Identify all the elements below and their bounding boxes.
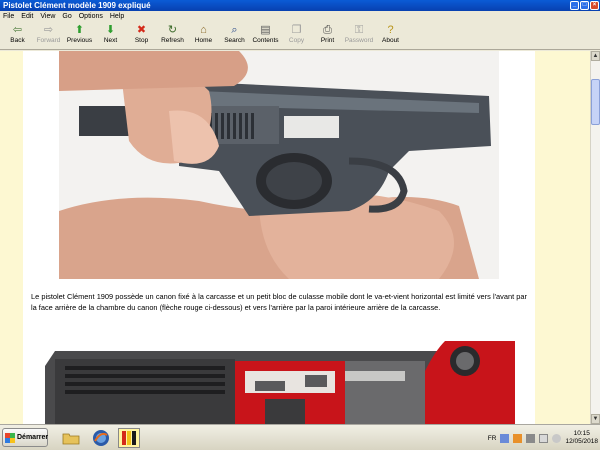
- stop-label: Stop: [134, 37, 149, 44]
- forward-button[interactable]: ⇨ Forward: [33, 22, 64, 50]
- print-button[interactable]: ⎙ Print: [312, 22, 343, 50]
- start-button[interactable]: Démarrer: [2, 428, 48, 447]
- about-icon: ?: [387, 24, 394, 36]
- menu-go[interactable]: Go: [62, 13, 71, 20]
- scroll-up-arrow-icon[interactable]: ▲: [591, 51, 600, 61]
- mechanism-diagram: [45, 341, 515, 424]
- copy-button[interactable]: ❐ Copy: [281, 22, 312, 50]
- menu-bar: File Edit View Go Options Help: [0, 11, 600, 22]
- close-button[interactable]: ×: [590, 1, 599, 10]
- description-paragraph: Le pistolet Clément 1909 possède un cano…: [31, 292, 527, 312]
- stop-button[interactable]: ✖ Stop: [126, 22, 157, 50]
- taskbar: Démarrer FR 10:15 12/05/2018: [0, 424, 600, 450]
- back-button[interactable]: ⇦ Back: [2, 22, 33, 50]
- maximize-button[interactable]: □: [580, 1, 589, 10]
- next-label: Next: [103, 37, 118, 44]
- volume-icon[interactable]: [552, 433, 562, 443]
- refresh-button[interactable]: ↻ Refresh: [157, 22, 188, 50]
- menu-edit[interactable]: Edit: [21, 13, 33, 20]
- back-label: Back: [10, 37, 25, 44]
- contents-label: Contents: [252, 37, 279, 44]
- refresh-icon: ↻: [167, 24, 178, 36]
- notification-icon[interactable]: [513, 433, 523, 443]
- window-controls: _ □ ×: [570, 1, 599, 10]
- contents-button[interactable]: ▤ Contents: [250, 22, 281, 50]
- clock[interactable]: 10:15 12/05/2018: [565, 430, 598, 446]
- refresh-label: Refresh: [161, 37, 184, 44]
- key-icon: ⚿: [354, 24, 364, 36]
- system-tray: FR 10:15 12/05/2018: [488, 428, 598, 448]
- print-icon: ⎙: [323, 24, 332, 36]
- down-arrow-icon: ⬇: [105, 24, 116, 36]
- about-button[interactable]: ? About: [375, 22, 406, 50]
- next-button[interactable]: ⬇ Next: [95, 22, 126, 50]
- window-title: Pistolet Clément modèle 1909 expliqué: [3, 1, 151, 10]
- browser-icon[interactable]: [90, 428, 112, 448]
- help-viewer-window: Pistolet Clément modèle 1909 expliqué _ …: [0, 0, 600, 424]
- previous-label: Previous: [66, 37, 93, 44]
- forward-arrow-icon: ⇨: [43, 24, 54, 36]
- network-icon[interactable]: [500, 433, 510, 443]
- home-button[interactable]: ⌂ Home: [188, 22, 219, 50]
- copy-label: Copy: [288, 37, 305, 44]
- search-button[interactable]: ⌕ Search: [219, 22, 250, 50]
- flag-icon[interactable]: [539, 433, 549, 443]
- toolbar: ⇦ Back ⇨ Forward ⬆ Previous ⬇ Next ✖ Stop ↻ Refresh…: [0, 22, 600, 50]
- start-label: Démarrer: [17, 434, 49, 441]
- contents-icon: ▤: [260, 24, 271, 36]
- menu-file[interactable]: File: [3, 13, 14, 20]
- back-arrow-icon: ⇦: [12, 24, 23, 36]
- clock-date: 12/05/2018: [565, 438, 598, 445]
- language-indicator[interactable]: FR: [488, 435, 497, 442]
- copy-icon: ❐: [291, 24, 302, 36]
- password-label: Password: [344, 37, 374, 44]
- minimize-button[interactable]: _: [570, 1, 579, 10]
- help-viewer-task-icon[interactable]: [118, 428, 140, 448]
- up-arrow-icon: ⬆: [74, 24, 85, 36]
- home-icon: ⌂: [200, 24, 207, 36]
- pistol-photo: [59, 51, 499, 279]
- folder-icon[interactable]: [60, 428, 82, 448]
- home-label: Home: [194, 37, 213, 44]
- password-button[interactable]: ⚿ Password: [343, 22, 375, 50]
- menu-view[interactable]: View: [40, 13, 55, 20]
- menu-options[interactable]: Options: [79, 13, 103, 20]
- search-label: Search: [224, 37, 245, 44]
- content-area: Le pistolet Clément 1909 possède un cano…: [0, 51, 590, 424]
- windows-logo-icon: [5, 432, 15, 443]
- clock-time: 10:15: [573, 430, 590, 437]
- document-page: Le pistolet Clément 1909 possède un cano…: [23, 51, 535, 424]
- forward-label: Forward: [36, 37, 61, 44]
- scroll-down-arrow-icon[interactable]: ▼: [591, 414, 600, 424]
- about-label: About: [382, 37, 399, 44]
- previous-button[interactable]: ⬆ Previous: [64, 22, 95, 50]
- vertical-scrollbar[interactable]: ▲ ▼: [590, 51, 600, 424]
- print-label: Print: [320, 37, 335, 44]
- display-icon[interactable]: [526, 433, 536, 443]
- menu-help[interactable]: Help: [110, 13, 124, 20]
- search-icon: ⌕: [231, 24, 238, 36]
- scroll-thumb[interactable]: [591, 79, 600, 125]
- title-bar[interactable]: Pistolet Clément modèle 1909 expliqué _ …: [0, 0, 600, 11]
- stop-icon: ✖: [136, 24, 147, 36]
